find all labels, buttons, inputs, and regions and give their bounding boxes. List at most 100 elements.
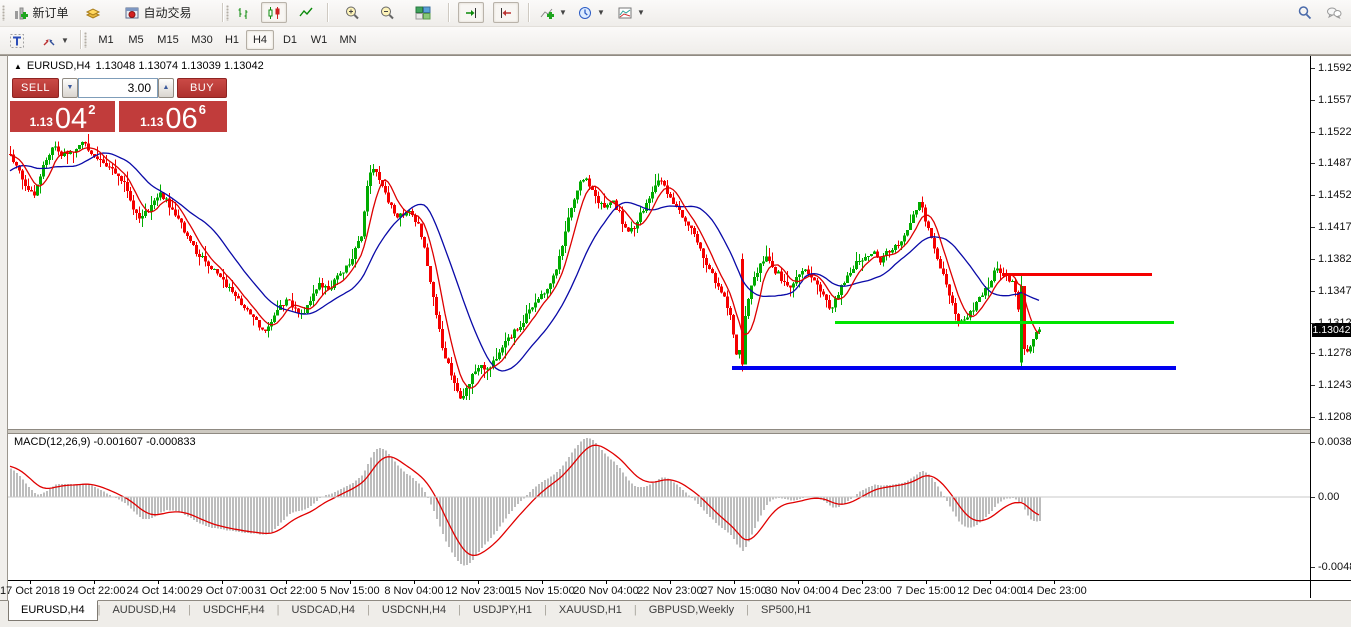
price-axis-tick (1311, 132, 1315, 133)
timeframe-button-m1[interactable]: M1 (92, 30, 120, 50)
chart-tab-usdcad[interactable]: USDCAD,H4 (279, 601, 367, 620)
sell-button[interactable]: SELL (12, 78, 59, 98)
time-axis-label: 15 Nov 15:00 (509, 585, 574, 597)
chart-tab-sp500[interactable]: SP500,H1 (749, 601, 823, 620)
price-axis-tick (1311, 227, 1315, 228)
toolbar-grip[interactable] (2, 5, 5, 21)
timeframe-button-w1[interactable]: W1 (306, 30, 332, 50)
periods-button[interactable]: ▼ (573, 2, 609, 23)
price-axis-tick (1311, 259, 1315, 260)
macd-axis-label: -0.004856 (1318, 561, 1351, 574)
chart-tab-bar: EURUSD,H4|AUDUSD,H4|USDCHF,H4|USDCAD,H4|… (0, 600, 1351, 627)
candlestick-chart-icon (266, 5, 282, 21)
dropdown-caret-icon[interactable]: ▼ (597, 8, 605, 17)
dropdown-caret-icon[interactable]: ▼ (637, 8, 645, 17)
auto-scroll-icon (498, 5, 514, 21)
templates-button[interactable]: ▼ (611, 2, 651, 23)
zoom-in-icon (344, 5, 360, 21)
indicators-button[interactable]: ▼ (535, 2, 571, 23)
price-axis-tick (1311, 68, 1315, 69)
buy-price-display[interactable]: 1.13 06 6 (119, 101, 227, 132)
macd-axis-tick (1311, 567, 1315, 568)
macd-axis-label: 0.003847 (1318, 436, 1351, 449)
time-axis-tick (414, 581, 415, 584)
price-axis-tick (1311, 385, 1315, 386)
new-order-icon (13, 5, 29, 21)
time-axis-tick (478, 581, 479, 584)
chart-tab-eurusd[interactable]: EURUSD,H4 (8, 600, 98, 621)
time-axis-label: 5 Nov 15:00 (320, 585, 379, 597)
price-axis-tick (1311, 163, 1315, 164)
volume-increase-button[interactable]: ▲ (158, 78, 174, 98)
community-chat-button[interactable] (1321, 2, 1347, 23)
zoom-out-button[interactable] (374, 2, 400, 23)
timeframe-button-m30[interactable]: M30 (186, 30, 218, 50)
chart-shift-icon (463, 5, 479, 21)
macd-axis-tick (1311, 497, 1315, 498)
text-label-tool-button[interactable] (4, 30, 30, 51)
price-axis-label: 1.15920 (1318, 62, 1351, 75)
price-axis-tick (1311, 417, 1315, 418)
timeframe-button-m5[interactable]: M5 (122, 30, 150, 50)
time-axis-label: 12 Dec 04:00 (957, 585, 1022, 597)
dropdown-caret-icon[interactable]: ▼ (559, 8, 567, 17)
time-axis-label: 7 Dec 15:00 (896, 585, 955, 597)
toolbar-grip[interactable] (84, 32, 87, 48)
toolbar-grip[interactable] (226, 5, 229, 21)
tile-windows-button[interactable] (410, 2, 436, 23)
new-order-button[interactable]: 新订单 (6, 2, 76, 23)
sell-price-display[interactable]: 1.13 04 2 (10, 101, 115, 132)
collapse-triangle-icon[interactable]: ▲ (14, 62, 22, 71)
time-axis-tick (862, 581, 863, 584)
time-axis-label: 30 Nov 04:00 (765, 585, 830, 597)
autotrading-button-label: 自动交易 (143, 4, 191, 21)
price-axis-tick (1311, 195, 1315, 196)
price-axis-label: 1.15220 (1318, 126, 1351, 139)
price-axis-label: 1.14870 (1318, 157, 1351, 170)
candlestick-chart-button[interactable] (261, 2, 287, 23)
macd-canvas[interactable] (8, 432, 1310, 580)
time-axis-label: 12 Nov 23:00 (445, 585, 510, 597)
price-axis[interactable]: 1.13042 1.159201.155701.152201.148701.14… (1311, 56, 1351, 580)
volume-decrease-button[interactable]: ▼ (62, 78, 78, 98)
chat-icon (1326, 5, 1342, 21)
bar-chart-button[interactable] (231, 2, 257, 23)
autotrading-icon (124, 5, 140, 21)
chart-symbol-label: EURUSD,H4 (27, 60, 91, 72)
chart-tab-usdcnh[interactable]: USDCNH,H4 (370, 601, 458, 620)
sell-price-prefix: 1.13 (30, 115, 53, 129)
chart-tab-audusd[interactable]: AUDUSD,H4 (100, 601, 188, 620)
chart-tab-usdjpy[interactable]: USDJPY,H1 (461, 601, 544, 620)
arrow-objects-button[interactable]: ▼ (36, 30, 74, 51)
price-axis-label: 1.13820 (1318, 253, 1351, 266)
autotrading-button[interactable]: 自动交易 (112, 2, 204, 23)
time-axis-label: 14 Dec 23:00 (1021, 585, 1086, 597)
chart-tab-usdchf[interactable]: USDCHF,H4 (191, 601, 277, 620)
price-axis-label: 1.14170 (1318, 221, 1351, 234)
timeframe-button-h4[interactable]: H4 (246, 30, 274, 50)
time-axis-tick (606, 581, 607, 584)
market-watch-button[interactable] (80, 2, 106, 23)
dropdown-caret-icon[interactable]: ▼ (61, 36, 69, 45)
macd-indicator-label: MACD(12,26,9) -0.001607 -0.000833 (14, 436, 196, 448)
zoom-in-button[interactable] (339, 2, 365, 23)
search-button[interactable] (1293, 2, 1317, 23)
timeframe-button-d1[interactable]: D1 (276, 30, 304, 50)
buy-price-prefix: 1.13 (140, 115, 163, 129)
chart-shift-button[interactable] (458, 2, 484, 23)
buy-button[interactable]: BUY (177, 78, 227, 98)
time-axis-tick (670, 581, 671, 584)
new-order-button-label: 新订单 (32, 4, 68, 21)
timeframe-button-m15[interactable]: M15 (152, 30, 184, 50)
indicators-icon (539, 5, 555, 21)
volume-input[interactable] (78, 78, 158, 98)
bar-chart-icon (236, 5, 252, 21)
timeframe-button-mn[interactable]: MN (334, 30, 362, 50)
chart-tab-xauusd[interactable]: XAUUSD,H1 (547, 601, 634, 620)
search-icon (1297, 5, 1313, 21)
auto-scroll-button[interactable] (493, 2, 519, 23)
chart-tab-gbpusd[interactable]: GBPUSD,Weekly (637, 601, 746, 620)
timeframe-button-h1[interactable]: H1 (220, 30, 244, 50)
time-axis-tick (158, 581, 159, 584)
line-chart-button[interactable] (293, 2, 319, 23)
